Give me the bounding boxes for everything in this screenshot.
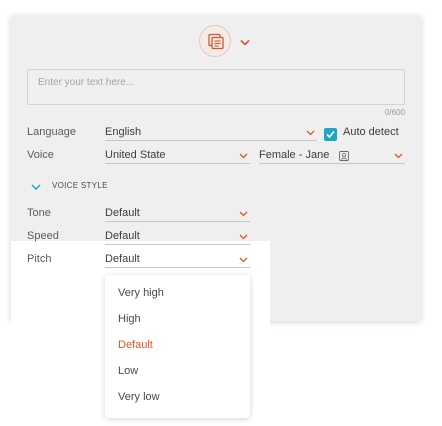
tone-select[interactable]: Default: [105, 207, 250, 222]
chevron-down-icon: [239, 234, 248, 240]
checkmark-icon: [326, 130, 335, 139]
voice-sample-icon[interactable]: [339, 151, 349, 161]
chevron-down-icon[interactable]: [240, 39, 250, 46]
language-value: English: [105, 126, 142, 138]
text-input-placeholder: Enter your text here...: [38, 77, 135, 88]
char-count: 0/600: [384, 108, 405, 117]
speed-select[interactable]: Default: [105, 230, 250, 245]
language-select[interactable]: English: [105, 126, 317, 141]
pitch-option-very-low[interactable]: Very low: [118, 391, 160, 403]
pitch-dropdown-menu: Very high High Default Low Very low: [105, 275, 250, 418]
pitch-option-high[interactable]: High: [118, 313, 141, 325]
voice-label: Voice: [27, 149, 54, 161]
voice-region-select[interactable]: United State: [105, 149, 250, 164]
pitch-option-low[interactable]: Low: [118, 365, 138, 377]
text-input[interactable]: Enter your text here...: [27, 69, 405, 105]
tone-label: Tone: [27, 207, 51, 219]
text-mode-button[interactable]: [199, 25, 231, 57]
pitch-option-very-high[interactable]: Very high: [118, 287, 164, 299]
voice-name-value: Female - Jane: [259, 149, 330, 161]
speed-value: Default: [105, 230, 140, 242]
speed-label: Speed: [27, 230, 59, 242]
chevron-down-icon: [239, 257, 248, 263]
voice-name-select[interactable]: Female - Jane: [259, 149, 405, 164]
chevron-down-icon: [394, 153, 403, 159]
auto-detect-label[interactable]: Auto detect: [343, 126, 399, 138]
pitch-value: Default: [105, 253, 140, 265]
text-documents-icon: [208, 33, 224, 50]
pitch-label: Pitch: [27, 253, 52, 265]
chevron-down-icon: [306, 130, 315, 136]
page: Enter your text here... 0/600 Language E…: [0, 0, 442, 426]
auto-detect-checkbox[interactable]: [324, 128, 337, 141]
tone-value: Default: [105, 207, 140, 219]
chevron-down-icon: [31, 184, 41, 190]
chevron-down-icon: [239, 211, 248, 217]
pitch-option-default[interactable]: Default: [118, 339, 153, 351]
voice-region-value: United State: [105, 149, 166, 161]
pitch-select[interactable]: Default: [105, 253, 250, 268]
language-label: Language: [27, 126, 76, 138]
chevron-down-icon: [239, 153, 248, 159]
voice-style-label: VOICE STYLE: [52, 181, 108, 190]
